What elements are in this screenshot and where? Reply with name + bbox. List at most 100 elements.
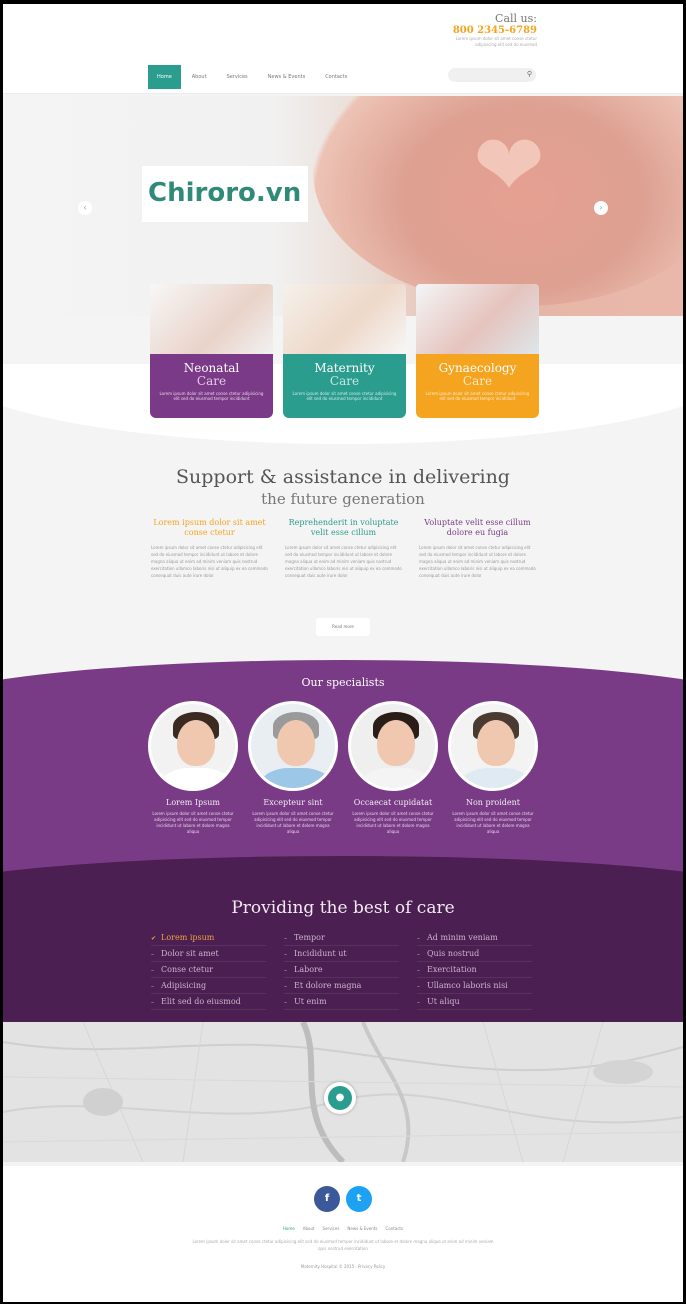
dash-icon: –: [284, 967, 287, 974]
support-title: Support & assistance in delivering: [176, 466, 510, 488]
slider-next-button[interactable]: ›: [594, 201, 608, 215]
nav-item-about[interactable]: About: [183, 65, 216, 89]
dash-icon: –: [417, 999, 420, 1006]
care-item-label: Ullamco laboris nisi: [427, 981, 508, 990]
care-item-label: Exercitation: [427, 965, 477, 974]
check-icon: ✔: [151, 935, 157, 942]
facebook-icon[interactable]: f: [314, 1186, 340, 1212]
footer-link[interactable]: News & Events: [347, 1226, 377, 1231]
specialist-avatar[interactable]: [248, 701, 338, 791]
footer-links: Home About Services News & Events Contacts: [3, 1226, 683, 1231]
service-card-image: [150, 284, 273, 356]
care-list-item: – Quis nostrud: [417, 946, 532, 962]
care-list-item: – Ad minim veniam: [417, 930, 532, 946]
service-card[interactable]: Neonatal Care Lorem ipsum dolor sit amet c…: [150, 284, 273, 418]
service-card-image: [416, 284, 539, 356]
support-column: Lorem ipsum dolor sit amet conse ctetur L…: [151, 518, 268, 579]
specialist-face: [377, 720, 415, 766]
support-column-text: Lorem ipsum dolor sit amet conse ctetur …: [285, 545, 402, 578]
care-list-item: – Ut aliqu: [417, 994, 532, 1010]
specialist-card[interactable]: Excepteur sint Lorem ipsum dolor sit amet…: [248, 701, 338, 835]
copyright: Maternity Hospital © 2015 · Privacy Poli…: [300, 1264, 386, 1269]
support-column-heading[interactable]: Voluptate velit esse cillum dolore eu fu…: [419, 518, 536, 538]
search-input[interactable]: ⚲: [448, 68, 536, 82]
care-list-item: – Elit sed do eiusmod: [151, 994, 266, 1010]
dash-icon: –: [151, 967, 154, 974]
care-list-item: – Ullamco laboris nisi: [417, 978, 532, 994]
care-list: – Ad minim veniam – Quis nostrud – Exercitati…: [417, 930, 532, 1010]
nav-item-contacts[interactable]: Contacts: [316, 65, 356, 89]
dash-icon: –: [284, 983, 287, 990]
specialist-name[interactable]: Non proident: [448, 798, 538, 807]
service-card[interactable]: Maternity Care Lorem ipsum dolor sit amet …: [283, 284, 406, 418]
footer: f t Home About Services News & Events Contac…: [3, 1166, 683, 1302]
location-icon: ●: [328, 1086, 352, 1110]
specialist-avatar[interactable]: [348, 701, 438, 791]
care-item-label: Ad minim veniam: [427, 933, 498, 942]
dash-icon: –: [417, 967, 420, 974]
page: Call us: 800 2345-6789 Lorem ipsum dolor…: [3, 4, 683, 1302]
twitter-icon[interactable]: t: [346, 1186, 372, 1212]
header-small-text: Lorem ipsum dolor sit amet conse ctetur …: [455, 36, 537, 47]
care-list-item: – Labore: [284, 962, 399, 978]
specialist-body: [161, 768, 231, 788]
care-list: ✔ Lorem ipsum – Dolor sit amet – Conse ctetur…: [151, 930, 266, 1010]
dash-icon: –: [151, 951, 154, 958]
dash-icon: –: [151, 983, 154, 990]
service-card-text: Lorem ipsum dolor sit amet conse ctetur …: [425, 391, 530, 401]
specialist-card[interactable]: Occaecat cupidatat Lorem ipsum dolor sit …: [348, 701, 438, 835]
support-column-heading[interactable]: Reprehenderit in voluptate velit esse ci…: [285, 518, 402, 538]
specialist-avatar[interactable]: [148, 701, 238, 791]
specialist-name[interactable]: Occaecat cupidatat: [348, 798, 438, 807]
care-list-item: – Conse ctetur: [151, 962, 266, 978]
footer-link[interactable]: Home: [283, 1226, 295, 1231]
specialist-avatar[interactable]: [448, 701, 538, 791]
read-more-button[interactable]: Read more: [316, 618, 370, 636]
care-item-label: Ut enim: [294, 997, 327, 1006]
specialist-name[interactable]: Excepteur sint: [248, 798, 338, 807]
dash-icon: –: [151, 999, 154, 1006]
care-item-label: Elit sed do eiusmod: [161, 997, 241, 1006]
phone-number[interactable]: 800 2345-6789: [447, 25, 537, 36]
service-card[interactable]: Gynaecology Care Lorem ipsum dolor sit ame…: [416, 284, 539, 418]
care-item-label: Ut aliqu: [427, 997, 460, 1006]
dash-icon: –: [284, 935, 287, 942]
service-card-image: [283, 284, 406, 356]
care-item-label: Dolor sit amet: [161, 949, 219, 958]
support-column: Reprehenderit in voluptate velit esse ci…: [285, 518, 402, 579]
care-list-item: – Adipisicing: [151, 978, 266, 994]
nav-item-home[interactable]: Home: [148, 65, 181, 89]
nav-item-news-events[interactable]: News & Events: [259, 65, 315, 89]
footer-link[interactable]: About: [303, 1226, 315, 1231]
support-column-text: Lorem ipsum dolor sit amet conse ctetur …: [151, 545, 268, 578]
dash-icon: –: [284, 951, 287, 958]
footer-link[interactable]: Contacts: [385, 1226, 403, 1231]
specialist-name[interactable]: Lorem Ipsum: [148, 798, 238, 807]
care-lists: ✔ Lorem ipsum – Dolor sit amet – Conse ctetur…: [151, 930, 532, 1010]
service-card-body: Gynaecology Care Lorem ipsum dolor sit ame…: [416, 354, 539, 418]
care-title: Providing the best of care: [231, 898, 455, 918]
slider-prev-button[interactable]: ‹: [78, 201, 92, 215]
footer-link[interactable]: Services: [323, 1226, 340, 1231]
service-card-body: Maternity Care Lorem ipsum dolor sit amet …: [283, 354, 406, 418]
heart-hands-image: ❤: [473, 116, 546, 216]
support-subtitle: the future generation: [261, 490, 425, 508]
service-cards: Neonatal Care Lorem ipsum dolor sit amet c…: [150, 284, 539, 418]
call-us-block: Call us: 800 2345-6789 Lorem ipsum dolor…: [447, 12, 537, 48]
specialist-text: Lorem ipsum dolor sit amet conse ctetur …: [452, 811, 534, 834]
search-icon[interactable]: ⚲: [527, 70, 532, 78]
support-column-heading[interactable]: Lorem ipsum dolor sit amet conse ctetur: [151, 518, 268, 538]
specialist-card[interactable]: Non proident Lorem ipsum dolor sit amet c…: [448, 701, 538, 835]
nav-item-services[interactable]: Services: [218, 65, 257, 89]
specialists-title: Our specialists: [301, 676, 385, 689]
care-list: – Tempor – Incididunt ut – Labore – Et dolore m…: [284, 930, 399, 1010]
map-pin-icon[interactable]: ●: [324, 1082, 356, 1114]
care-item-label: Conse ctetur: [161, 965, 214, 974]
care-list-item: – Tempor: [284, 930, 399, 946]
care-item-label: Incididunt ut: [294, 949, 347, 958]
care-item-label: Adipisicing: [161, 981, 207, 990]
watermark: Chiroro.vn: [142, 166, 308, 222]
specialist-card[interactable]: Lorem Ipsum Lorem ipsum dolor sit amet co…: [148, 701, 238, 835]
specialists-list: Lorem Ipsum Lorem ipsum dolor sit amet co…: [148, 701, 538, 835]
service-card-body: Neonatal Care Lorem ipsum dolor sit amet c…: [150, 354, 273, 418]
